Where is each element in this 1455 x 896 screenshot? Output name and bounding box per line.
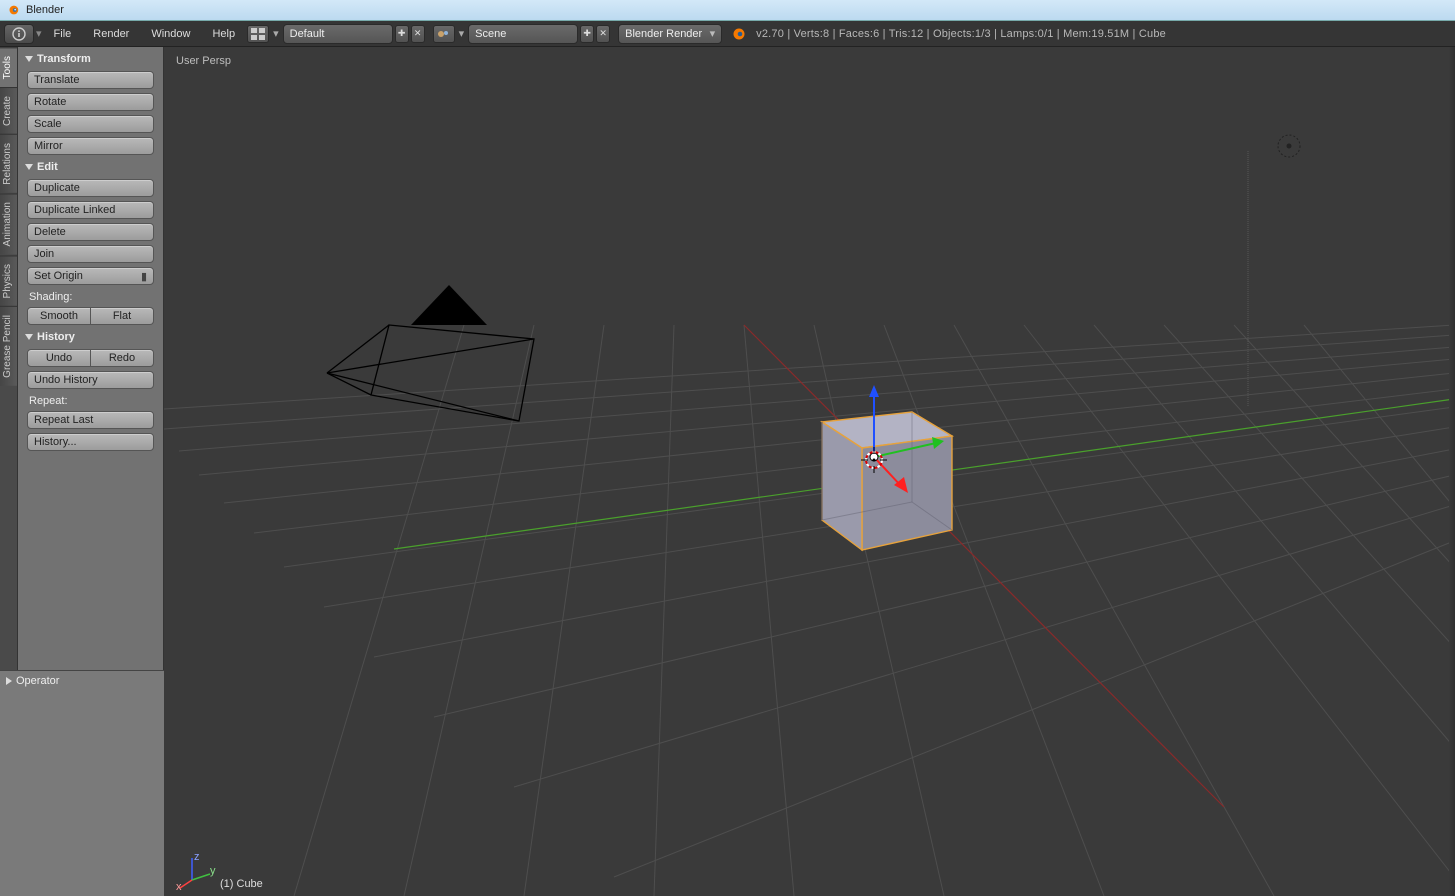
mirror-button[interactable]: Mirror	[27, 137, 154, 155]
set-origin-label: Set Origin	[34, 270, 83, 282]
flat-button[interactable]: Flat	[91, 307, 154, 325]
tab-tools[interactable]: Tools	[0, 47, 17, 87]
undo-button[interactable]: Undo	[27, 349, 91, 367]
3d-cursor-icon	[861, 447, 887, 473]
undo-redo-row: Undo Redo	[27, 349, 154, 367]
active-object-label: (1) Cube	[220, 878, 263, 890]
header-stats: v2.70 | Verts:8 | Faces:6 | Tris:12 | Ob…	[748, 28, 1166, 40]
chevron-down-icon: ▾	[710, 27, 716, 40]
viewport-right-edge[interactable]	[1449, 47, 1455, 896]
svg-text:y: y	[210, 865, 216, 877]
disclosure-down-icon	[25, 56, 33, 62]
panel-history-header[interactable]: History	[21, 328, 160, 346]
undo-history-button[interactable]: Undo History	[27, 371, 154, 389]
info-icon	[12, 27, 26, 41]
version-label: v2.70	[756, 28, 784, 40]
operator-panel: Operator	[0, 670, 164, 896]
scene-field[interactable]: Scene	[468, 24, 578, 44]
stats-text: Verts:8 | Faces:6 | Tris:12 | Objects:1/…	[794, 28, 1166, 40]
layout-grid-icon	[251, 28, 265, 40]
history-button[interactable]: History...	[27, 433, 154, 451]
top-menubar: ▾ File Render Window Help ▾ Default ✚ ✕ …	[0, 21, 1455, 47]
delete-button[interactable]: Delete	[27, 223, 154, 241]
operator-panel-title: Operator	[16, 675, 59, 687]
tab-animation[interactable]: Animation	[0, 193, 17, 254]
window-title: Blender	[26, 4, 64, 16]
duplicate-linked-button[interactable]: Duplicate Linked	[27, 201, 154, 219]
transform-gizmo[interactable]	[824, 377, 984, 537]
blender-logo-small-icon	[730, 26, 746, 42]
rotate-button[interactable]: Rotate	[27, 93, 154, 111]
panel-history-title: History	[37, 331, 75, 343]
scene-value: Scene	[475, 28, 506, 40]
shading-label: Shading:	[21, 288, 160, 304]
blender-logo-icon	[6, 3, 20, 17]
tab-relations[interactable]: Relations	[0, 134, 17, 193]
translate-button[interactable]: Translate	[27, 71, 154, 89]
panel-edit-header[interactable]: Edit	[21, 158, 160, 176]
layout-delete-button[interactable]: ✕	[411, 25, 425, 43]
camera-object[interactable]	[319, 277, 579, 477]
shading-buttons: Smooth Flat	[27, 307, 154, 325]
info-editor-button[interactable]	[4, 24, 34, 44]
tab-physics[interactable]: Physics	[0, 255, 17, 306]
screen-layout-field[interactable]: Default	[283, 24, 393, 44]
window-titlebar: Blender	[0, 0, 1455, 21]
menu-render[interactable]: Render	[83, 25, 139, 43]
redo-button[interactable]: Redo	[91, 349, 154, 367]
disclosure-down-icon	[25, 334, 33, 340]
join-button[interactable]: Join	[27, 245, 154, 263]
menu-file[interactable]: File	[44, 25, 82, 43]
svg-text:z: z	[194, 851, 200, 863]
menu-help[interactable]: Help	[202, 25, 245, 43]
menu-window[interactable]: Window	[141, 25, 200, 43]
screen-layout-value: Default	[290, 28, 325, 40]
scale-button[interactable]: Scale	[27, 115, 154, 133]
disclosure-right-icon	[6, 677, 12, 685]
panel-transform-header[interactable]: Transform	[21, 50, 160, 68]
scene-browse-button[interactable]	[433, 25, 455, 43]
scene-add-button[interactable]: ✚	[580, 25, 594, 43]
repeat-label: Repeat:	[21, 392, 160, 408]
lamp-object[interactable]	[1275, 132, 1303, 160]
operator-panel-header[interactable]: Operator	[6, 675, 158, 687]
render-engine-value: Blender Render	[625, 28, 702, 40]
scene-icon	[437, 28, 451, 40]
duplicate-button[interactable]: Duplicate	[27, 179, 154, 197]
scene-delete-button[interactable]: ✕	[596, 25, 610, 43]
panel-transform-title: Transform	[37, 53, 91, 65]
tab-grease-pencil[interactable]: Grease Pencil	[0, 306, 17, 386]
layout-browse-button[interactable]	[247, 25, 269, 43]
svg-text:x: x	[176, 881, 182, 890]
3d-viewport[interactable]: User Persp	[164, 47, 1455, 896]
disclosure-down-icon	[25, 164, 33, 170]
render-engine-dropdown[interactable]: Blender Render ▾	[618, 24, 722, 44]
panel-edit-title: Edit	[37, 161, 58, 173]
mini-axis-icon: z y x	[176, 850, 216, 890]
dropdown-handle-icon: ▮	[141, 270, 147, 283]
layout-add-button[interactable]: ✚	[395, 25, 409, 43]
repeat-last-button[interactable]: Repeat Last	[27, 411, 154, 429]
set-origin-dropdown[interactable]: Set Origin ▮	[27, 267, 154, 285]
smooth-button[interactable]: Smooth	[27, 307, 91, 325]
tab-create[interactable]: Create	[0, 87, 17, 134]
